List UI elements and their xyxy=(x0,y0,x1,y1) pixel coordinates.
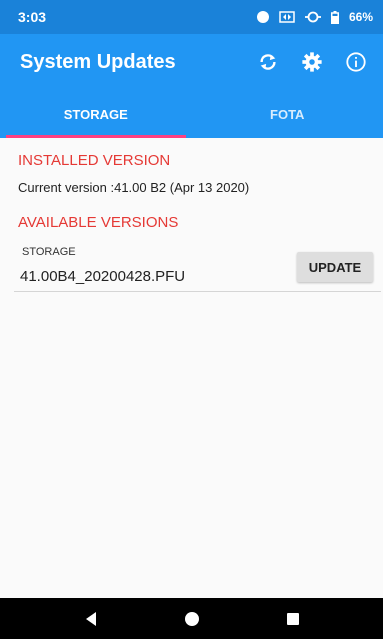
nfc-icon xyxy=(279,11,295,23)
available-versions-heading: AVAILABLE VERSIONS xyxy=(18,214,179,231)
version-file-name: 41.00B4_20200428.PFU xyxy=(20,268,186,285)
installed-version-heading: INSTALLED VERSION xyxy=(18,152,171,169)
back-button[interactable] xyxy=(71,599,111,639)
update-button[interactable]: UPDATE xyxy=(297,252,373,282)
status-bar: 3:03 66% xyxy=(0,0,383,34)
tab-fota-label: FOTA xyxy=(270,106,305,122)
tab-bar: STORAGE FOTA xyxy=(0,90,383,138)
status-icons: 66% xyxy=(256,10,373,24)
version-source-label: STORAGE xyxy=(22,246,76,258)
recents-icon xyxy=(286,612,299,625)
recents-button[interactable] xyxy=(273,599,313,639)
refresh-icon[interactable] xyxy=(257,51,279,73)
home-icon xyxy=(184,611,199,626)
battery-icon xyxy=(330,10,339,24)
tab-storage-label: STORAGE xyxy=(63,106,128,122)
settings-gear-icon[interactable] xyxy=(301,51,323,73)
list-item: STORAGE 41.00B4_20200428.PFU UPDATE xyxy=(14,244,381,292)
home-button[interactable] xyxy=(172,599,212,639)
battery-percent: 66% xyxy=(348,10,373,24)
info-icon[interactable] xyxy=(345,51,367,73)
tab-storage[interactable]: STORAGE xyxy=(0,90,192,138)
status-time: 3:03 xyxy=(18,9,47,25)
data-saver-icon xyxy=(304,11,321,23)
page-title: System Updates xyxy=(20,50,176,73)
navigation-bar xyxy=(0,598,383,639)
storage-content: INSTALLED VERSION Current version :41.00… xyxy=(0,138,383,598)
back-icon xyxy=(85,611,96,626)
app-actions xyxy=(257,51,367,73)
tab-fota[interactable]: FOTA xyxy=(192,90,383,138)
notification-dot-icon xyxy=(256,11,269,23)
current-version-text: Current version :41.00 B2 (Apr 13 2020) xyxy=(18,180,250,195)
app-bar: System Updates xyxy=(0,34,383,90)
